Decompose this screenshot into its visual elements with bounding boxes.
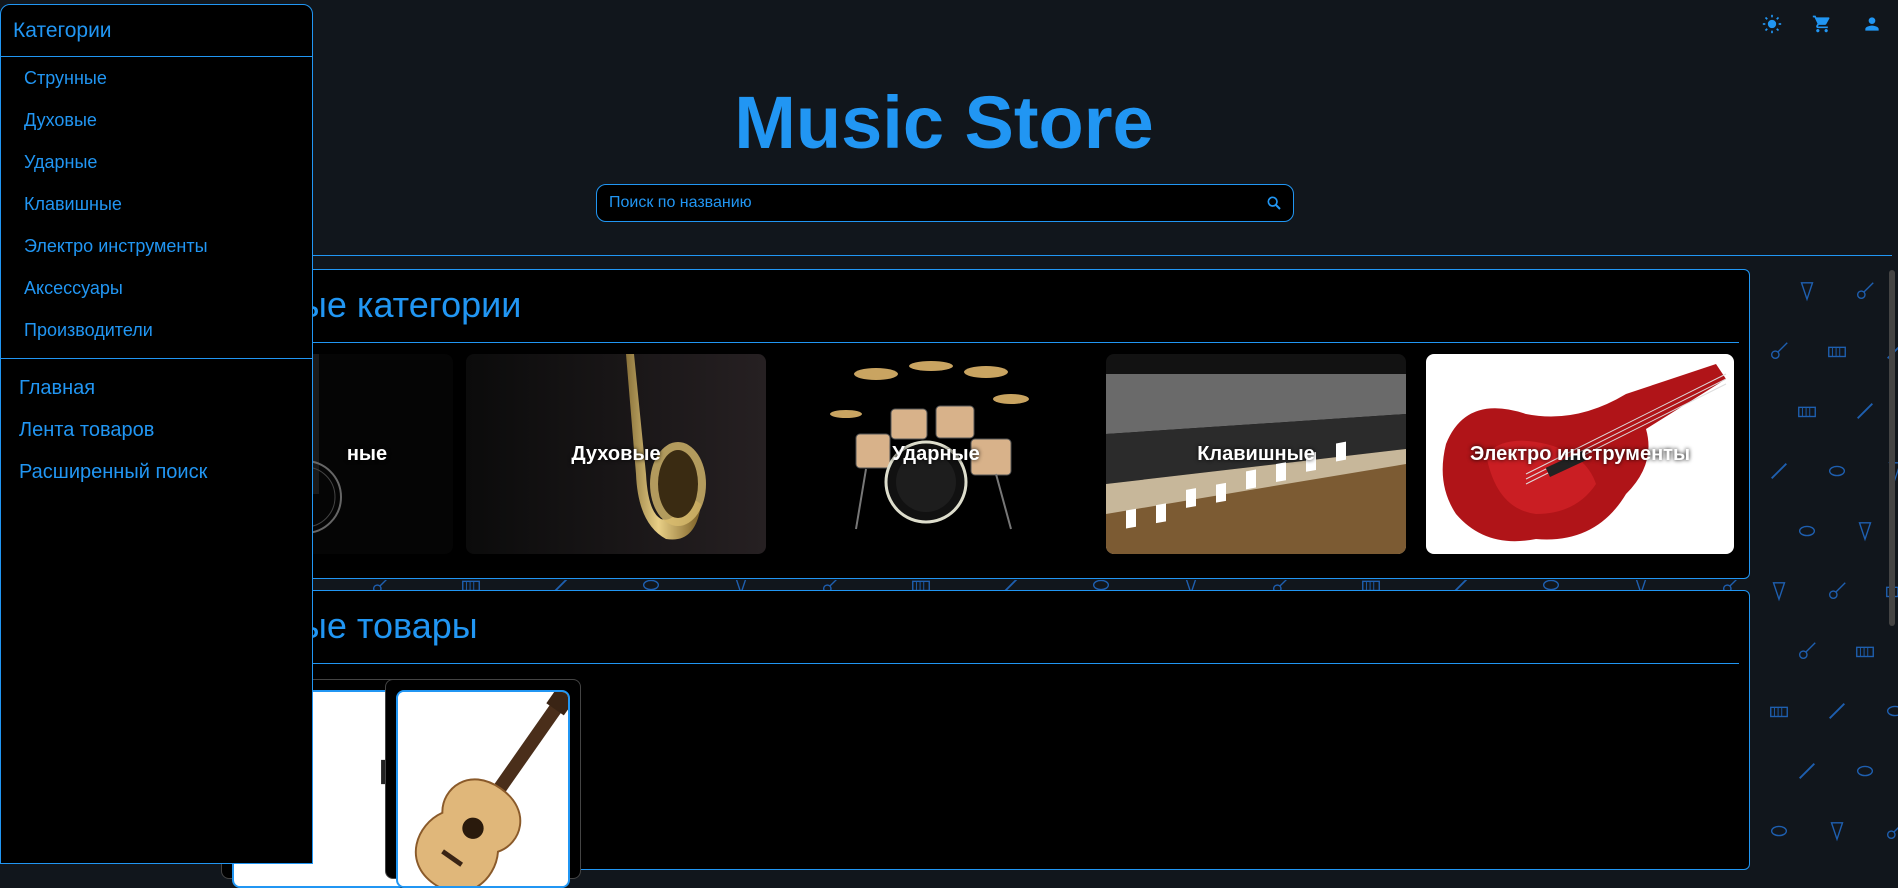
category-card-label: Ударные	[892, 442, 980, 465]
drumstick-icon	[550, 580, 572, 590]
category-carousel[interactable]: ные Духовые Ударные Клавишные Электро ин…	[281, 354, 1749, 554]
cart-icon[interactable]	[1808, 10, 1836, 38]
background-pattern	[1748, 262, 1898, 856]
guitar-icon	[1796, 640, 1818, 662]
section-title: ые товары	[301, 605, 478, 646]
category-card-label: Духовые	[571, 442, 661, 465]
drum-icon	[1854, 760, 1876, 782]
drum-icon	[1090, 580, 1112, 590]
drawer-category-manufacturers[interactable]: Производители	[1, 309, 312, 351]
piano-icon	[1768, 700, 1790, 722]
drawer-category-wind[interactable]: Духовые	[1, 99, 312, 141]
guitar-icon	[1720, 580, 1742, 590]
section-divider	[301, 663, 1739, 664]
drumstick-icon	[1450, 580, 1472, 590]
category-card-label: Клавишные	[1197, 442, 1315, 465]
product-image[interactable]	[396, 690, 570, 888]
categories-drawer: Категории Струнные Духовые Ударные Клави…	[0, 4, 313, 864]
drum-icon	[640, 580, 662, 590]
page-scrollbar[interactable]	[1886, 262, 1898, 856]
search-bar	[596, 184, 1294, 222]
pick-icon	[1180, 580, 1202, 590]
drawer-category-strings[interactable]: Струнные	[1, 57, 312, 99]
guitar-icon	[1854, 280, 1876, 302]
drumstick-icon	[1854, 400, 1876, 422]
piano-icon	[1854, 640, 1876, 662]
drum-icon	[1540, 580, 1562, 590]
pick-icon	[1630, 580, 1652, 590]
popular-categories-section: ые категории ные Духовые Ударные Клавишн…	[281, 269, 1750, 579]
scrollbar-thumb[interactable]	[1889, 270, 1895, 626]
guitar-icon	[1270, 580, 1292, 590]
drawer-category-accessories[interactable]: Аксессуары	[1, 267, 312, 309]
pick-icon	[1854, 520, 1876, 542]
drum-icon	[1826, 460, 1848, 482]
guitar-icon	[1768, 340, 1790, 362]
category-card-electric[interactable]: Электро инструменты	[1426, 354, 1734, 554]
header-toolbar	[1758, 10, 1886, 38]
drumstick-icon	[1768, 460, 1790, 482]
header-divider	[310, 255, 1892, 256]
piano-icon	[1826, 340, 1848, 362]
search-input[interactable]	[597, 193, 1255, 213]
sun-icon[interactable]	[1758, 10, 1786, 38]
popular-products-section: ые товары	[221, 590, 1750, 888]
drawer-divider	[1, 358, 312, 359]
nav-advanced-search[interactable]: Расширенный поиск	[1, 451, 312, 493]
category-card-label: ные	[346, 442, 388, 465]
search-icon[interactable]	[1255, 184, 1293, 222]
drumstick-icon	[1796, 760, 1818, 782]
drumstick-icon	[1000, 580, 1022, 590]
category-card-wind[interactable]: Духовые	[466, 354, 766, 554]
drawer-category-keyboards[interactable]: Клавишные	[1, 183, 312, 225]
drawer-category-percussion[interactable]: Ударные	[1, 141, 312, 183]
guitar-icon	[1826, 580, 1848, 602]
nav-home[interactable]: Главная	[1, 367, 312, 409]
drum-icon	[1796, 520, 1818, 542]
drawer-header: Категории	[1, 5, 312, 57]
piano-icon	[1796, 400, 1818, 422]
drumstick-icon	[1826, 700, 1848, 722]
piano-icon	[910, 580, 932, 590]
drawer-category-electric[interactable]: Электро инструменты	[1, 225, 312, 267]
guitar-icon	[370, 580, 392, 590]
pick-icon	[1768, 580, 1790, 602]
piano-icon	[1360, 580, 1382, 590]
pick-icon	[1826, 820, 1848, 842]
background-pattern-strip	[300, 580, 1750, 590]
user-icon[interactable]	[1858, 10, 1886, 38]
drum-icon	[1768, 820, 1790, 842]
nav-product-feed[interactable]: Лента товаров	[1, 409, 312, 451]
piano-icon	[460, 580, 482, 590]
section-title: ые категории	[301, 284, 522, 325]
category-card-keyboards[interactable]: Клавишные	[1106, 354, 1406, 554]
category-card-label: Электро инструменты	[1469, 442, 1691, 465]
pick-icon	[1796, 280, 1818, 302]
guitar-icon	[820, 580, 842, 590]
product-card[interactable]	[385, 679, 581, 888]
pick-icon	[730, 580, 752, 590]
category-card-percussion[interactable]: Ударные	[786, 354, 1086, 554]
section-divider	[301, 342, 1739, 343]
